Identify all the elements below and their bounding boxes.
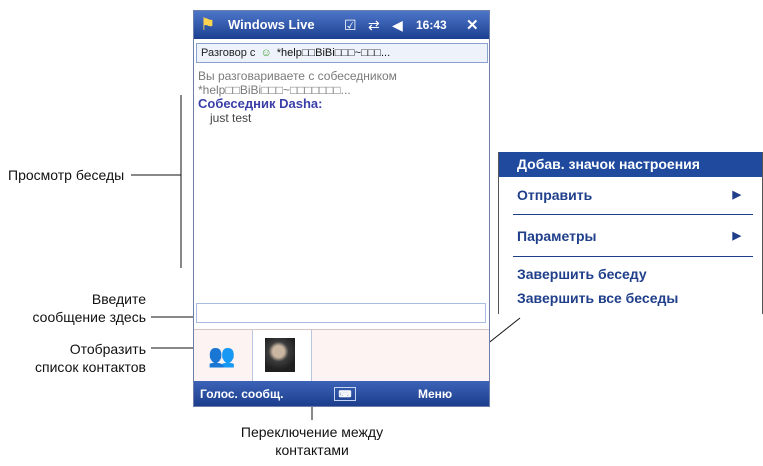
contacts-list-icon[interactable]: 👥 [200,336,244,376]
contact-tabs: 👥 [194,329,489,382]
submenu-arrow-icon: ▶ [732,230,741,242]
label-show-contacts-line1: Отобразить [69,341,146,357]
label-switch-contacts-line1: Переключение между [240,424,384,440]
app-title: Windows Live [228,17,315,32]
conversation-view: Вы разговариваете с собеседником *help□□… [198,69,488,125]
menu-item-options[interactable]: Параметры ▶ [517,226,747,246]
clock: 16:43 [416,18,447,32]
title-bar: ⚑ Windows Live ☑ ⇄ ◀ 16:43 ✕ [194,11,489,39]
phone-screen: ⚑ Windows Live ☑ ⇄ ◀ 16:43 ✕ Разговор с … [193,10,490,407]
contact-status-icon: ☺ [260,47,272,59]
menu-item-end-all-conversations[interactable]: Завершить все беседы [517,288,747,308]
softkey-bar: Голос. сообщ. ⌨ Меню [194,381,489,406]
sender-name: Собеседник Dasha: [198,96,323,111]
keyboard-icon[interactable]: ⌨ [334,387,356,401]
contact-tab-dasha[interactable] [252,330,312,381]
menu-separator [513,256,753,257]
menu-item-end-conversation[interactable]: Завершить беседу [517,264,747,284]
menu-separator [513,214,753,215]
menu-item-options-label: Параметры [517,228,597,244]
close-icon[interactable]: ✕ [466,16,479,34]
menu-item-send-label: Отправить [517,187,593,203]
popup-menu: Добав. значок настроения Отправить ▶ Пар… [498,152,763,314]
label-switch-contacts-line2: контактами [275,442,349,458]
system-message-line1: Вы разговариваете с собеседником [198,69,397,83]
connectivity-icon: ⇄ [368,17,380,33]
label-conversation-view: Просмотр беседы [8,167,125,183]
submenu-arrow-icon: ▶ [732,189,741,201]
message-input[interactable] [196,303,486,323]
label-enter-message: Введите сообщение здесь [20,290,146,326]
label-enter-message-line1: Введите [91,291,146,307]
chat-header-contact: *help□□BiBi□□□~□□□... [276,47,391,59]
chat-header[interactable]: Разговор с ☺ *help□□BiBi□□□~□□□... [196,43,488,63]
avatar [265,338,295,372]
edit-icon: ☑ [344,17,357,33]
message-text: just test [210,111,252,125]
start-flag-icon[interactable]: ⚑ [200,15,215,35]
menu-softkey[interactable]: Меню [418,387,452,401]
chat-header-label: Разговор с [201,47,256,59]
voice-message-softkey[interactable]: Голос. сообщ. [200,387,283,401]
menu-item-send[interactable]: Отправить ▶ [517,185,747,205]
label-enter-message-line2: сообщение здесь [32,309,146,325]
label-show-contacts-line2: список контактов [35,359,146,375]
menu-item-add-emoticon[interactable]: Добав. значок настроения [499,152,762,177]
volume-icon[interactable]: ◀ [392,17,403,34]
system-message-line2: *help□□BiBi□□□~□□□□□□□... [198,83,351,97]
label-show-contacts: Отобразить список контактов [20,340,146,376]
label-switch-contacts: Переключение между контактами [222,423,402,459]
